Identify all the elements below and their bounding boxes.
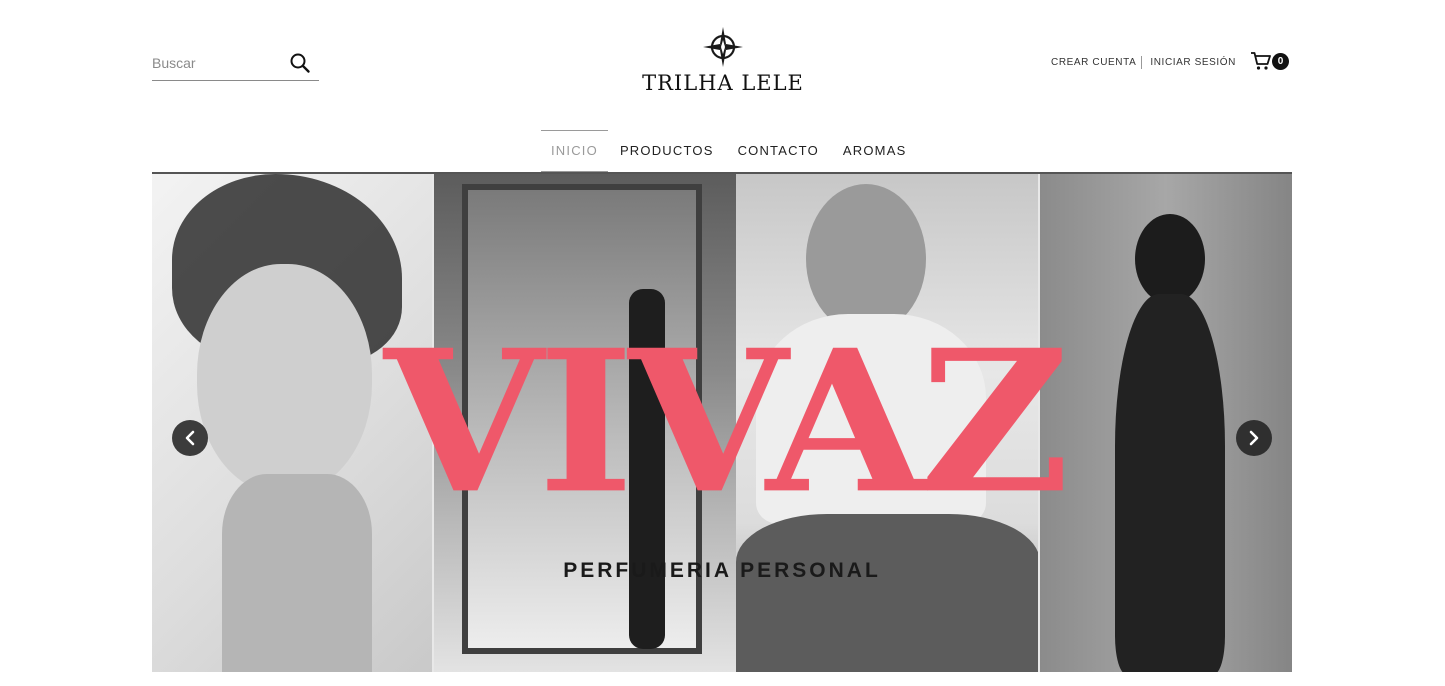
- slider-prev-button[interactable]: [172, 420, 208, 456]
- cart-button[interactable]: 0: [1250, 50, 1292, 74]
- cart-icon: [1251, 52, 1271, 70]
- nav-item-aromas[interactable]: AROMAS: [831, 130, 919, 172]
- hero-title: VIVAZ: [383, 307, 1070, 537]
- account-links: CREAR CUENTA INICIAR SESIÓN: [1051, 56, 1236, 69]
- slider-next-button[interactable]: [1236, 420, 1272, 456]
- account-divider: [1141, 56, 1143, 69]
- main-nav: INICIO PRODUCTOS CONTACTO AROMAS: [541, 130, 918, 172]
- chevron-left-icon: [185, 430, 195, 446]
- compass-rose-icon: [703, 27, 743, 67]
- search-bar: [152, 44, 319, 81]
- search-input[interactable]: [152, 52, 282, 74]
- hero-slider: VIVAZ PERFUMERIA PERSONAL: [152, 172, 1292, 672]
- create-account-link[interactable]: CREAR CUENTA: [1051, 57, 1136, 68]
- hero-subtitle: PERFUMERIA PERSONAL: [563, 559, 881, 582]
- brand-name: TRILHA LELE: [642, 71, 804, 95]
- login-link[interactable]: INICIAR SESIÓN: [1150, 57, 1236, 68]
- nav-item-contacto[interactable]: CONTACTO: [726, 130, 831, 172]
- nav-item-inicio[interactable]: INICIO: [541, 130, 608, 172]
- nav-item-productos[interactable]: PRODUCTOS: [608, 130, 726, 172]
- search-icon[interactable]: [289, 52, 311, 74]
- chevron-right-icon: [1249, 430, 1259, 446]
- cart-count-badge: 0: [1272, 53, 1289, 70]
- site-logo[interactable]: TRILHA LELE: [638, 26, 808, 102]
